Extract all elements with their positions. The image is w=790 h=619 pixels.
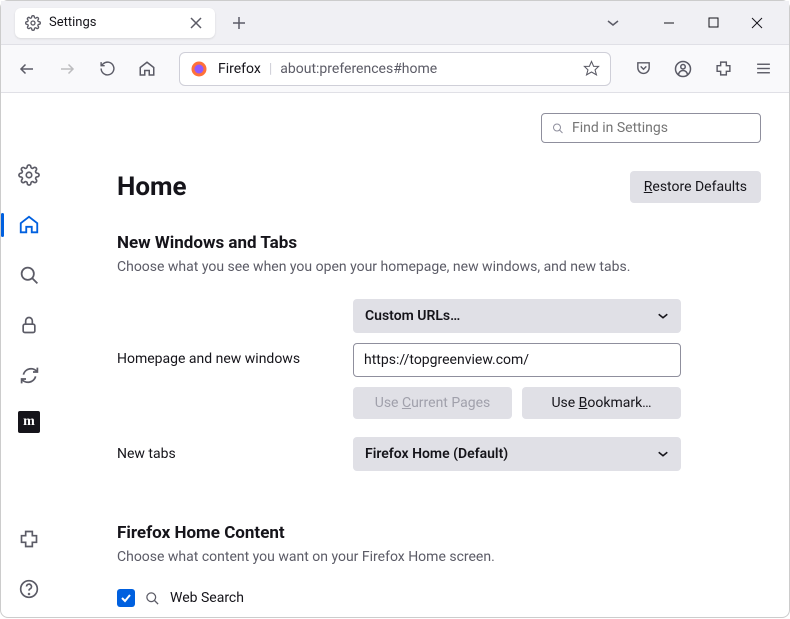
- home-button[interactable]: [131, 53, 163, 85]
- restore-defaults-button[interactable]: Restore Defaults: [630, 171, 761, 203]
- toolbar: Firefox | about:preferences#home: [1, 45, 789, 93]
- search-icon: [552, 121, 564, 136]
- section-windows-tabs-desc: Choose what you see when you open your h…: [117, 259, 761, 275]
- sidebar-general-icon[interactable]: [15, 161, 43, 189]
- web-search-checkbox[interactable]: [117, 589, 135, 607]
- search-icon: [145, 591, 160, 606]
- chevron-down-icon: [657, 312, 669, 320]
- newtabs-dropdown[interactable]: Firefox Home (Default): [353, 437, 681, 471]
- homepage-url-input[interactable]: [353, 343, 681, 377]
- forward-button[interactable]: [51, 53, 83, 85]
- maximize-button[interactable]: [701, 11, 725, 35]
- window-close-button[interactable]: [745, 11, 769, 35]
- page-title: Home: [117, 172, 187, 202]
- titlebar: Settings: [1, 1, 789, 45]
- tab-title: Settings: [49, 15, 179, 30]
- tabs-dropdown-icon[interactable]: [599, 9, 627, 37]
- sidebar-privacy-icon[interactable]: [15, 311, 43, 339]
- reload-button[interactable]: [91, 53, 123, 85]
- web-search-row[interactable]: Web Search: [117, 589, 761, 607]
- close-icon[interactable]: [187, 14, 205, 32]
- sidebar-sync-icon[interactable]: [15, 361, 43, 389]
- browser-tab[interactable]: Settings: [15, 8, 215, 38]
- pocket-icon[interactable]: [627, 53, 659, 85]
- search-input[interactable]: [572, 120, 750, 136]
- use-current-pages-button[interactable]: Use Current Pages: [353, 387, 512, 419]
- chevron-down-icon: [657, 450, 669, 458]
- sidebar-mozilla-icon[interactable]: m: [18, 411, 40, 433]
- section-windows-tabs-title: New Windows and Tabs: [117, 233, 761, 253]
- homepage-label: Homepage and new windows: [117, 351, 337, 367]
- url-text: Firefox | about:preferences#home: [218, 61, 573, 77]
- settings-sidebar: m: [1, 93, 57, 619]
- minimize-button[interactable]: [657, 11, 681, 35]
- use-bookmark-button[interactable]: Use Bookmark…: [522, 387, 681, 419]
- url-bar[interactable]: Firefox | about:preferences#home: [179, 52, 611, 86]
- new-tab-button[interactable]: [223, 7, 255, 39]
- sidebar-home-icon[interactable]: [15, 211, 43, 239]
- firefox-icon: [190, 60, 208, 78]
- find-in-settings[interactable]: [541, 113, 761, 143]
- bookmark-star-icon[interactable]: [583, 60, 600, 77]
- newtabs-label: New tabs: [117, 446, 337, 462]
- web-search-label: Web Search: [170, 590, 244, 606]
- sidebar-help-icon[interactable]: [15, 575, 43, 603]
- section-home-content-desc: Choose what content you want on your Fir…: [117, 549, 761, 565]
- extensions-icon[interactable]: [707, 53, 739, 85]
- account-icon[interactable]: [667, 53, 699, 85]
- gear-icon: [25, 15, 41, 31]
- settings-content: Home Restore Defaults New Windows and Ta…: [57, 93, 789, 619]
- sidebar-search-icon[interactable]: [15, 261, 43, 289]
- sidebar-extensions-icon[interactable]: [15, 525, 43, 553]
- window-controls: [657, 11, 781, 35]
- menu-icon[interactable]: [747, 53, 779, 85]
- section-home-content-title: Firefox Home Content: [117, 523, 761, 543]
- back-button[interactable]: [11, 53, 43, 85]
- homepage-dropdown[interactable]: Custom URLs…: [353, 299, 681, 333]
